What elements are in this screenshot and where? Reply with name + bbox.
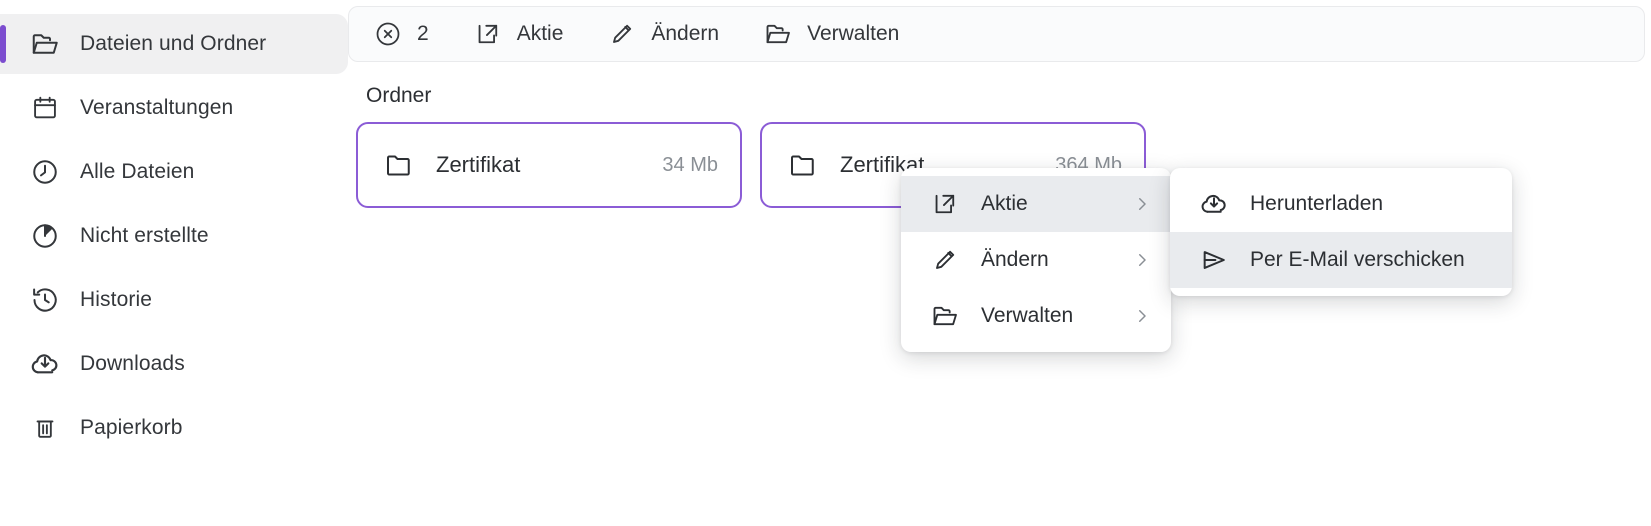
sidebar-item-label: Historie (80, 288, 152, 311)
sidebar-item-label: Downloads (80, 352, 185, 375)
sidebar: Dateien und Ordner Veranstaltungen Alle … (0, 0, 348, 526)
sidebar-item-label: Nicht erstellte (80, 224, 209, 247)
pencil-icon (929, 244, 961, 276)
chevron-right-icon (1127, 307, 1157, 325)
pencil-icon (607, 19, 637, 49)
sidebar-item-label: Veranstaltungen (80, 96, 234, 119)
app-root: Dateien und Ordner Veranstaltungen Alle … (0, 0, 1651, 526)
clock-icon (28, 155, 62, 189)
submenu-item-herunterladen[interactable]: Herunterladen (1170, 176, 1512, 232)
chevron-right-icon (1127, 195, 1157, 213)
cloud-download-icon (1198, 188, 1230, 220)
selection-toolbar: 2 Aktie Ändern Verwalten (348, 6, 1645, 62)
active-indicator (0, 25, 6, 63)
toolbar-action-label: Ändern (651, 22, 720, 45)
sidebar-item-nicht-erstellte[interactable]: Nicht erstellte (0, 206, 348, 266)
main-content: 2 Aktie Ändern Verwalten Ordner Zertifik… (348, 0, 1651, 526)
toolbar-action-verwalten[interactable]: Verwalten (763, 19, 899, 49)
sidebar-item-historie[interactable]: Historie (0, 270, 348, 330)
context-menu-item-label: Aktie (981, 192, 1028, 215)
sidebar-item-downloads[interactable]: Downloads (0, 334, 348, 394)
folder-icon (786, 148, 820, 182)
chevron-right-icon (1127, 251, 1157, 269)
sidebar-item-alle-dateien[interactable]: Alle Dateien (0, 142, 348, 202)
share-icon (473, 19, 503, 49)
folder-size: 34 Mb (662, 153, 718, 176)
submenu-aktie: Herunterladen Per E-Mail verschicken (1170, 168, 1512, 296)
sidebar-item-papierkorb[interactable]: Papierkorb (0, 398, 348, 458)
toolbar-action-aendern[interactable]: Ändern (607, 19, 719, 49)
sidebar-item-label: Dateien und Ordner (80, 32, 267, 55)
folder-open-icon (929, 300, 961, 332)
submenu-item-label: Herunterladen (1250, 192, 1384, 215)
context-menu: Aktie Ändern Verwalten (901, 168, 1171, 352)
trash-icon (28, 411, 62, 445)
context-menu-item-label: Verwalten (981, 304, 1074, 327)
context-menu-item-verwalten[interactable]: Verwalten (901, 288, 1171, 344)
section-title-ordner: Ordner (366, 84, 432, 107)
send-icon (1198, 244, 1230, 276)
cloud-download-icon (28, 347, 62, 381)
sidebar-item-label: Alle Dateien (80, 160, 195, 183)
sidebar-item-dateien-und-ordner[interactable]: Dateien und Ordner (0, 14, 348, 74)
clear-selection-button[interactable]: 2 (373, 19, 429, 49)
folder-icon (382, 148, 416, 182)
context-menu-item-aendern[interactable]: Ändern (901, 232, 1171, 288)
submenu-item-per-email-verschicken[interactable]: Per E-Mail verschicken (1170, 232, 1512, 288)
sidebar-item-label: Papierkorb (80, 416, 183, 439)
folder-name: Zertifikat (436, 152, 521, 177)
sidebar-item-veranstaltungen[interactable]: Veranstaltungen (0, 78, 348, 138)
history-icon (28, 283, 62, 317)
folder-open-icon (763, 19, 793, 49)
pie-chart-icon (28, 219, 62, 253)
folder-open-icon (28, 27, 62, 61)
context-menu-item-aktie[interactable]: Aktie (901, 176, 1171, 232)
selection-count: 2 (417, 22, 429, 45)
folder-card[interactable]: Zertifikat 34 Mb (356, 122, 742, 208)
toolbar-action-label: Verwalten (807, 22, 900, 45)
share-icon (929, 188, 961, 220)
toolbar-action-label: Aktie (516, 22, 564, 45)
toolbar-action-aktie[interactable]: Aktie (473, 19, 564, 49)
submenu-item-label: Per E-Mail verschicken (1250, 248, 1465, 271)
calendar-icon (28, 91, 62, 125)
context-menu-item-label: Ändern (981, 248, 1049, 271)
circle-x-icon (373, 19, 403, 49)
